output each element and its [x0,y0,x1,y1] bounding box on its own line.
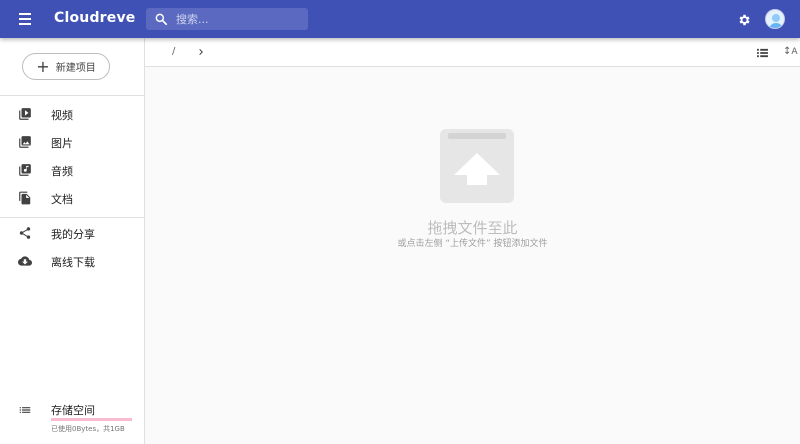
settings-button[interactable] [737,12,751,31]
search-icon [155,13,168,26]
sidebar: + 新建项目 视频 图片 音频 文档 我的分享 离线下载 存储空间 已使用0By… [0,38,145,444]
sort-button[interactable]: ↕A [783,46,798,57]
sidebar-item-label: 视频 [51,109,73,122]
sidebar-item-my-shares[interactable]: 我的分享 [0,219,144,247]
sort-label: A [791,47,798,57]
breadcrumb-root[interactable]: / [172,46,175,57]
storage-title: 存储空间 [51,404,95,417]
user-avatar-icon [766,10,784,28]
app-title: Cloudreve [54,10,136,26]
sidebar-item-offline-download[interactable]: 离线下载 [0,247,144,275]
storage-panel[interactable]: 存储空间 已使用0Bytes，共1GB [0,394,144,444]
list-icon [19,407,31,413]
new-item-label: 新建项目 [55,63,96,74]
storage-info: 已使用0Bytes，共1GB [51,425,125,433]
path-navigator: / ↕A [145,38,800,67]
file-drop-area[interactable]: 拖拽文件至此 或点击左侧 “上传文件” 按钮添加文件 [145,68,800,444]
sidebar-divider [0,217,144,218]
avatar[interactable] [765,9,785,29]
sidebar-item-label: 我的分享 [51,228,95,241]
sidebar-divider [0,95,144,96]
sidebar-item-label: 音频 [51,165,73,178]
cloud-download-icon [18,256,32,266]
search-box[interactable] [146,8,308,30]
sidebar-item-video[interactable]: 视频 [0,100,144,128]
sidebar-item-documents[interactable]: 文档 [0,184,144,212]
search-input[interactable] [176,10,302,28]
video-library-icon [19,108,31,120]
empty-state-subtitle: 或点击左侧 “上传文件” 按钮添加文件 [397,239,548,249]
chevron-right-icon[interactable] [195,46,207,58]
music-library-icon [19,164,31,176]
storage-progress-bar [51,418,132,421]
list-view-icon[interactable] [757,48,768,58]
sidebar-item-images[interactable]: 图片 [0,128,144,156]
plus-icon: + [36,56,50,76]
photo-library-icon [19,136,31,148]
sidebar-item-label: 图片 [51,137,73,150]
file-copy-icon [19,191,31,205]
menu-icon[interactable] [16,11,38,27]
sidebar-item-audio[interactable]: 音频 [0,156,144,184]
gear-icon [739,14,750,26]
sidebar-item-label: 离线下载 [51,256,95,269]
app-bar: Cloudreve [0,0,800,38]
sidebar-item-label: 文档 [51,193,73,206]
upload-icon [440,129,514,203]
new-item-button[interactable]: + 新建项目 [22,53,110,80]
share-icon [19,227,31,239]
empty-state-title: 拖拽文件至此 [427,219,518,237]
